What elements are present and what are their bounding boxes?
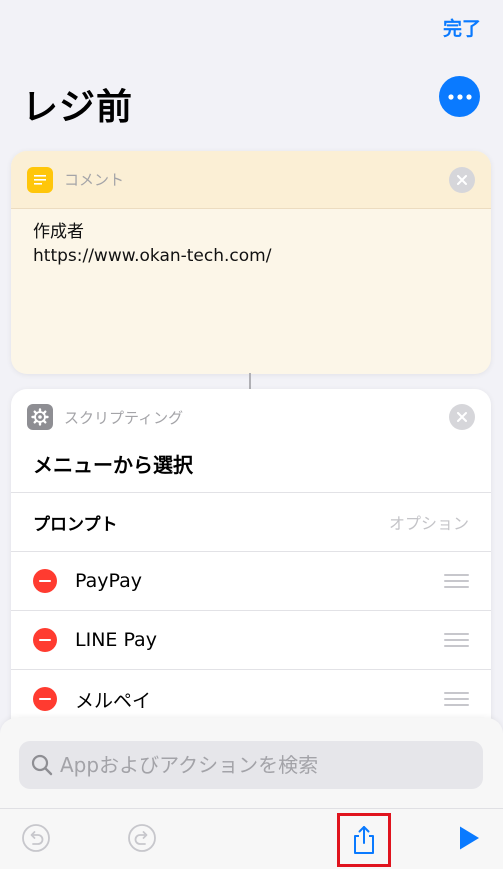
menu-item-label[interactable]: LINE Pay bbox=[75, 629, 157, 651]
undo-icon bbox=[22, 824, 50, 852]
comment-header: コメント bbox=[11, 151, 491, 209]
redo-button[interactable] bbox=[117, 813, 167, 863]
prompt-row[interactable]: プロンプト オプション bbox=[11, 492, 491, 551]
more-button[interactable] bbox=[439, 76, 480, 117]
prompt-label: プロンプト bbox=[33, 514, 118, 535]
menu-category-label: スクリプティング bbox=[64, 408, 184, 427]
search-icon bbox=[31, 754, 53, 776]
comment-line: 作成者 bbox=[33, 222, 84, 242]
drag-handle-icon[interactable] bbox=[444, 692, 469, 706]
ellipsis-icon bbox=[447, 93, 472, 100]
search-input[interactable] bbox=[60, 753, 460, 777]
menu-item-row[interactable]: PayPay bbox=[11, 551, 491, 610]
menu-card-header: スクリプティング bbox=[11, 389, 491, 445]
comment-line: https://www.okan-tech.com/ bbox=[33, 246, 272, 266]
drag-handle-icon[interactable] bbox=[444, 574, 469, 588]
menu-title: メニューから選択 bbox=[33, 453, 193, 477]
undo-button[interactable] bbox=[11, 813, 61, 863]
remove-icon[interactable] bbox=[33, 628, 57, 652]
menu-item-row[interactable]: LINE Pay bbox=[11, 610, 491, 669]
notes-icon bbox=[27, 166, 53, 193]
page-title: レジ前 bbox=[22, 87, 134, 128]
choose-from-menu-card[interactable]: スクリプティング メニューから選択 プロンプト オプション PayPay LIN… bbox=[11, 389, 491, 749]
play-icon bbox=[460, 826, 479, 850]
prompt-input[interactable]: オプション bbox=[389, 510, 469, 534]
done-button[interactable]: 完了 bbox=[443, 14, 481, 41]
close-icon[interactable] bbox=[449, 166, 475, 193]
remove-icon[interactable] bbox=[33, 569, 57, 593]
share-icon bbox=[354, 826, 374, 854]
menu-item-label[interactable]: PayPay bbox=[75, 570, 142, 592]
redo-icon bbox=[128, 824, 156, 852]
remove-icon[interactable] bbox=[33, 687, 57, 711]
comment-label: コメント bbox=[64, 171, 125, 189]
search-field[interactable] bbox=[19, 741, 483, 789]
close-icon[interactable] bbox=[449, 404, 475, 430]
gear-icon bbox=[27, 404, 53, 430]
drag-handle-icon[interactable] bbox=[444, 633, 469, 647]
bottom-panel bbox=[0, 718, 503, 869]
connector-line bbox=[249, 373, 251, 389]
toolbar bbox=[0, 808, 503, 869]
comment-card[interactable]: コメント 作成者 https://www.okan-tech.com/ bbox=[11, 151, 491, 374]
run-button[interactable] bbox=[444, 813, 494, 863]
share-button[interactable] bbox=[337, 813, 391, 867]
comment-text[interactable]: 作成者 https://www.okan-tech.com/ bbox=[11, 209, 491, 279]
menu-item-label[interactable]: メルペイ bbox=[75, 686, 151, 713]
